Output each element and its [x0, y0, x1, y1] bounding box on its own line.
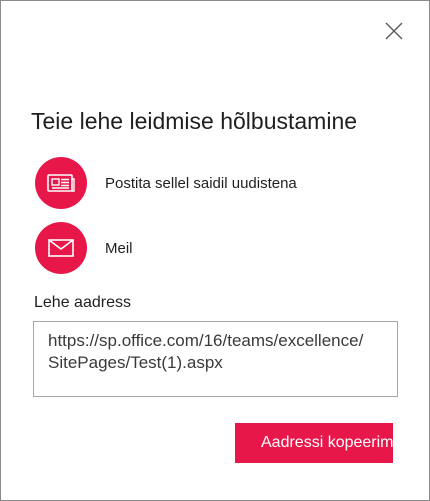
close-icon [385, 22, 403, 40]
post-as-news-option[interactable]: Postita sellel saidil uudistena [35, 157, 297, 209]
news-icon-circle [35, 157, 87, 209]
mail-icon [48, 239, 74, 257]
page-address-label: Lehe aadress [34, 294, 131, 311]
mail-icon-circle [35, 222, 87, 274]
dialog-title: Teie lehe leidmise hõlbustamine [31, 108, 358, 134]
close-button[interactable] [382, 19, 406, 43]
page-address-field[interactable]: https://sp.office.com/16/teams/excellenc… [33, 321, 398, 397]
email-option[interactable]: Meil [35, 222, 133, 274]
page-address-line-1: https://sp.office.com/16/teams/excellenc… [48, 331, 364, 350]
copy-address-button[interactable]: Aadressi kopeerimine [235, 423, 393, 463]
page-address-line-2: SitePages/Test(1).aspx [48, 353, 223, 372]
news-icon [47, 174, 75, 192]
email-label: Meil [105, 239, 133, 257]
share-dialog: Teie lehe leidmise hõlbustamine Postita … [0, 0, 430, 501]
post-as-news-label: Postita sellel saidil uudistena [105, 174, 297, 192]
